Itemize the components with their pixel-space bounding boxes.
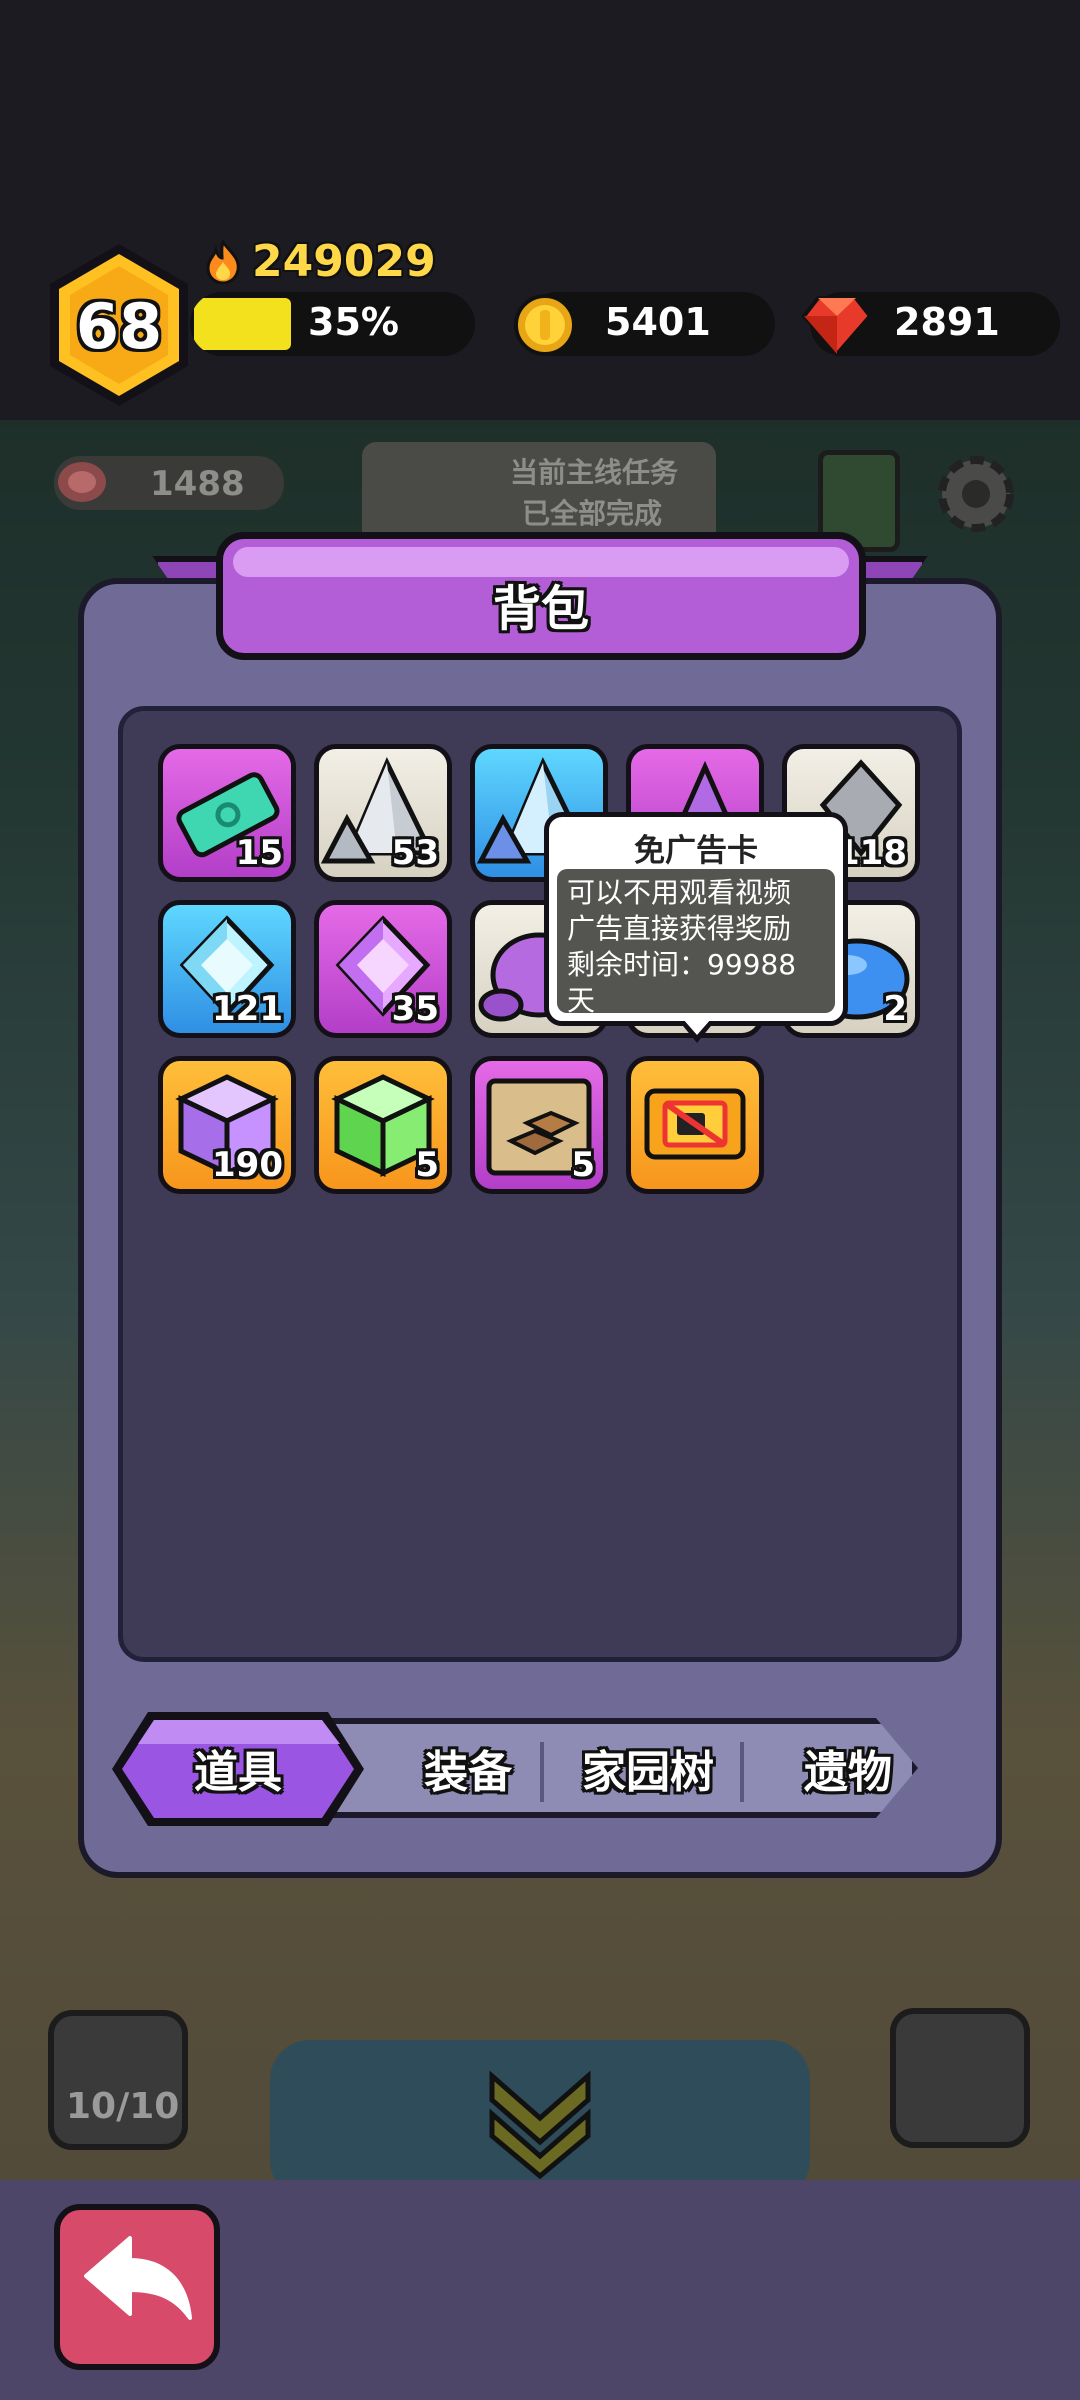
red-gem-icon [801,296,873,358]
tooltip-line: 可以不用观看视频 [567,876,792,909]
item-count: 35 [391,989,439,1029]
tab-equipment[interactable]: 装备 [378,1718,558,1818]
inventory-item-green-cube[interactable]: 5 [314,1056,452,1194]
xp-bar-fill [194,298,291,350]
quest-text-line2: 已全部完成 [522,497,663,530]
player-level-badge[interactable]: 68 [44,240,194,410]
tab-divider [540,1742,544,1802]
backpack-title: 背包 [492,581,589,637]
back-arrow-icon [84,2236,192,2320]
pickaxe-button[interactable] [890,2008,1030,2148]
gold-coin-icon [514,294,576,356]
gear-icon[interactable] [930,448,1022,540]
inventory-item-purple-diamond[interactable]: 35 [314,900,452,1038]
slime-count: 10/10 [66,2086,180,2127]
combat-power-value: 249029 [252,236,436,287]
backpack-title-banner: 背包 [216,532,866,660]
tooltip-line: 天 [567,984,596,1017]
chevron-down-icon[interactable] [488,2070,592,2180]
tooltip-description: 可以不用观看视频 广告直接获得奖励 剩余时间：99988 天 [557,869,835,1017]
inventory-item-blue-diamond[interactable]: 121 [158,900,296,1038]
meat-count: 1488 [150,464,245,504]
inventory-item-purple-cube[interactable]: 190 [158,1056,296,1194]
tab-items[interactable]: 道具 [108,1718,368,1818]
inventory-item-grey-crystal[interactable]: 53 [314,744,452,882]
item-count: 5 [415,1145,439,1185]
flame-icon [206,239,240,284]
inventory-tabs: 道具 装备 家园树 遗物 [108,1708,968,1830]
inventory-item-gold-bars-map[interactable]: 5 [470,1056,608,1194]
tab-home-tree[interactable]: 家园树 [548,1718,748,1818]
tooltip-line: 剩余时间：99988 [567,948,797,981]
tab-divider [740,1742,744,1802]
item-count: 15 [235,833,283,873]
item-count: 121 [212,989,283,1029]
combat-power: 249029 [204,236,436,287]
item-tooltip: 免广告卡 可以不用观看视频 广告直接获得奖励 剩余时间：99988 天 [544,812,848,1043]
item-count: 5 [571,1145,595,1185]
top-hud: 68 249029 35% 5401 2891 [0,0,1080,420]
item-count: 53 [391,833,439,873]
coin-count: 5401 [605,300,711,344]
xp-bar: 35% [190,292,475,356]
tooltip-title: 免广告卡 [634,833,758,869]
tooltip-tail-inner [683,1019,711,1035]
tooltip-line: 广告直接获得奖励 [567,912,792,945]
inventory-item-no-ad-card[interactable] [626,1056,764,1194]
quest-text-line1: 当前主线任务 [510,456,679,489]
meat-icon [58,462,106,502]
player-level: 68 [75,290,163,363]
inventory-item-ticket[interactable]: 15 [158,744,296,882]
item-count: 2 [883,989,907,1029]
tab-relics[interactable]: 遗物 [748,1718,948,1818]
no-ad-card-icon [644,1088,746,1160]
xp-percent-label: 35% [308,300,399,344]
back-button[interactable] [54,2204,220,2370]
slime-counter-button[interactable]: 10/10 [48,2010,188,2150]
item-count: 190 [212,1145,283,1185]
gem-count: 2891 [894,300,1000,344]
